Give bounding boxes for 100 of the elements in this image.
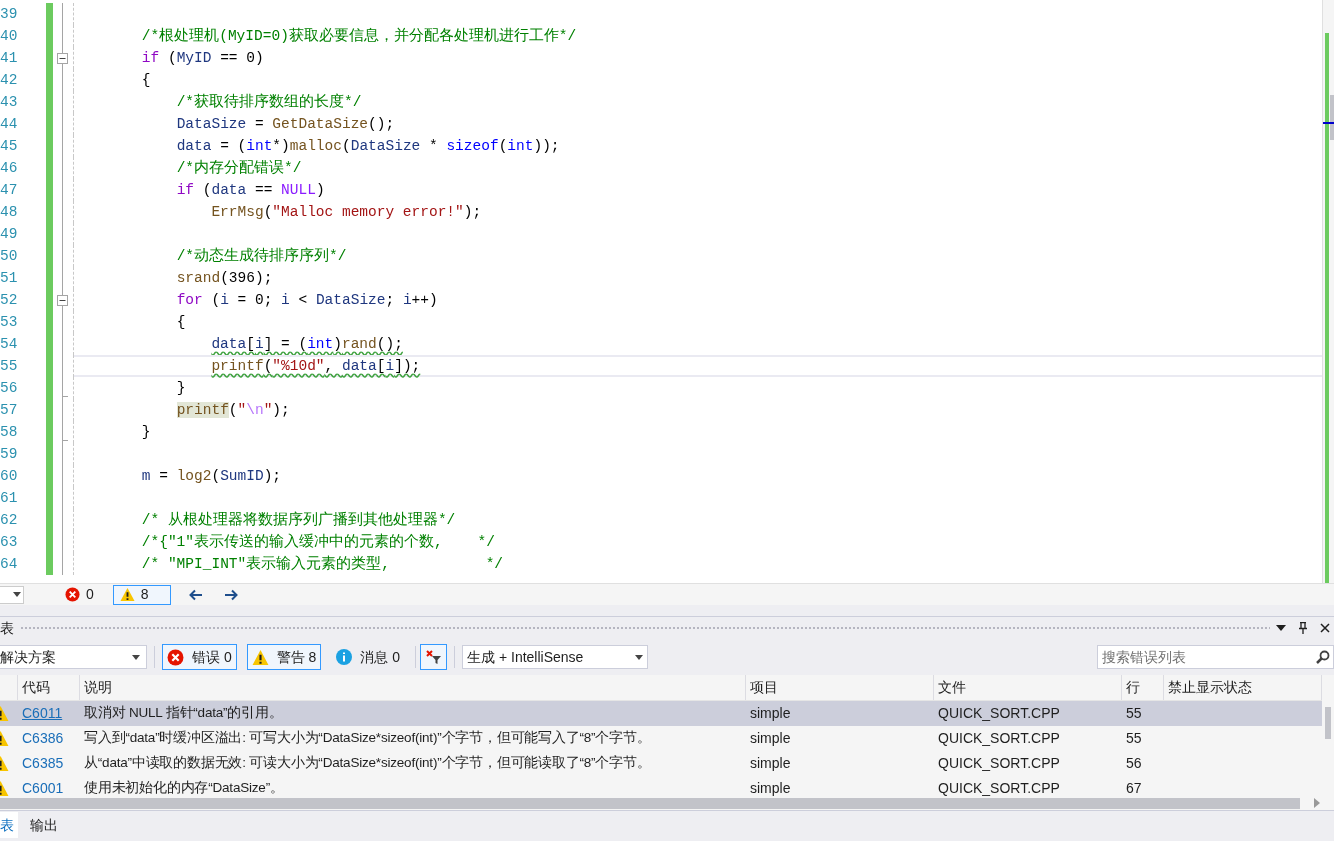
- table-cell-text: 56: [1125, 754, 1143, 773]
- code-line: }: [140, 423, 152, 442]
- line-number: 59: [0, 445, 19, 464]
- search-field[interactable]: 搜索错误列表: [1097, 645, 1334, 669]
- vertical-scrollbar[interactable]: [1322, 0, 1334, 583]
- search-icon[interactable]: [1316, 650, 1330, 664]
- line-number: 39: [0, 5, 19, 24]
- line-number: 40: [0, 27, 19, 46]
- code-line: /* "MPI_INT"表示输入元素的类型, */: [140, 554, 505, 574]
- table-cell-text: 取消对 NULL 指针“data”的引用。: [83, 704, 284, 723]
- line-number: 62: [0, 511, 19, 530]
- clear-filter-button[interactable]: [420, 644, 448, 670]
- error-row[interactable]: C6001 使用未初始化的内存“DataSize”。 simple QUICK_SORT.CPP 67: [0, 776, 1322, 796]
- code-line: ErrMsg("Malloc memory error!");: [210, 203, 483, 222]
- issue-count-button[interactable]: 0: [58, 584, 101, 605]
- code-line: if (MyID == 0): [140, 49, 265, 68]
- scope-dropdown[interactable]: 解决方案: [0, 645, 147, 669]
- column-header[interactable]: 项目: [746, 675, 934, 700]
- caret-icon: [13, 592, 21, 597]
- code-line: DataSize = GetDataSize();: [175, 115, 396, 134]
- scroll-right-icon[interactable]: [1314, 798, 1320, 808]
- code-line: /*根处理机(MyID=0)获取必要信息，并分配各处理机进行工作*/: [140, 26, 578, 46]
- table-cell-text: 67: [1125, 779, 1143, 796]
- column-header[interactable]: 文件: [934, 675, 1122, 700]
- line-number: 61: [0, 489, 19, 508]
- table-cell-text: 55: [1125, 729, 1143, 748]
- line-number: 63: [0, 533, 19, 552]
- table-cell-text: simple: [749, 754, 792, 773]
- filter-toggle-button[interactable]: 警告 8: [246, 644, 322, 670]
- close-icon[interactable]: [1320, 623, 1330, 633]
- line-number: 57: [0, 401, 19, 420]
- error-code-link[interactable]: C6385: [18, 753, 80, 774]
- table-cell-text: 从“data”中读取的数据无效: 可读大小为“DataSize*sizeof(int)”个字节，但可能读取了“8”个字节。: [83, 754, 652, 773]
- issue-count-button[interactable]: 8: [112, 584, 171, 605]
- panel-tab[interactable]: 输出: [26, 812, 62, 838]
- caret-icon: [635, 654, 644, 660]
- table-cell-text: 写入到“data”时缓冲区溢出: 可写大小为“DataSize*sizeof(int)”个字节，但可能写入了“8”个字节。: [83, 729, 652, 748]
- line-number: 60: [0, 467, 19, 486]
- code-line: /*获取待排序数组的长度*/: [175, 92, 363, 112]
- line-number: 51: [0, 269, 19, 288]
- panel-title: 表: [0, 618, 15, 638]
- code-line: {: [140, 71, 152, 90]
- error-code-link[interactable]: C6001: [18, 778, 80, 796]
- code-line: data = (int*)malloc(DataSize * sizeof(int));: [175, 137, 561, 156]
- arrow-right-icon[interactable]: [223, 588, 238, 601]
- code-line: if (data == NULL): [175, 181, 326, 200]
- table-cell-text: QUICK_SORT.CPP: [937, 754, 1061, 773]
- error-row[interactable]: C6385 从“data”中读取的数据无效: 可读大小为“DataSize*sizeof(int)”个字节，但可能读取了“8”个字节。 simple QUICK_SORT.CPP 56: [0, 751, 1322, 776]
- line-number: 45: [0, 137, 19, 156]
- collapse-icon[interactable]: [57, 295, 68, 306]
- table-cell-text: simple: [749, 729, 792, 748]
- arrow-left-icon[interactable]: [188, 588, 203, 601]
- code-line: srand(396);: [175, 269, 274, 288]
- column-header[interactable]: 行: [1122, 675, 1164, 700]
- line-number: 53: [0, 313, 19, 332]
- line-number: 41: [0, 49, 19, 68]
- error-row[interactable]: C6011 取消对 NULL 指针“data”的引用。 simple QUICK_SORT.CPP 55: [0, 701, 1322, 726]
- line-number: 54: [0, 335, 19, 354]
- line-number: 64: [0, 555, 19, 574]
- code-line: m = log2(SumID);: [140, 467, 283, 486]
- filter-toggle-button[interactable]: 消息 0: [331, 644, 406, 670]
- code-line: /*内存分配错误*/: [175, 158, 303, 178]
- code-line: printf("%10d", data[i]);: [74, 355, 1322, 377]
- code-line: }: [175, 379, 187, 398]
- line-number: 49: [0, 225, 19, 244]
- line-number: 42: [0, 71, 19, 90]
- horizontal-scrollbar[interactable]: [0, 796, 1322, 810]
- filter-icon: [425, 650, 442, 664]
- panel-tab[interactable]: 表: [0, 812, 18, 838]
- error-icon: [65, 587, 80, 602]
- source-dropdown[interactable]: 生成 + IntelliSense: [462, 645, 649, 669]
- code-line: for (i = 0; i < DataSize; i++): [175, 291, 439, 310]
- line-number: 43: [0, 93, 19, 112]
- error-icon: [167, 648, 184, 666]
- line-number: 50: [0, 247, 19, 266]
- collapse-icon[interactable]: [57, 53, 68, 64]
- code-line: /*{"1"表示传送的输入缓冲中的元素的个数, */: [140, 532, 496, 552]
- table-cell-text: 55: [1125, 704, 1143, 723]
- line-number: 44: [0, 115, 19, 134]
- code-line: printf("\n");: [175, 401, 291, 420]
- pin-icon[interactable]: [1298, 622, 1308, 634]
- table-cell-text: simple: [749, 779, 792, 796]
- error-code-link[interactable]: C6386: [18, 728, 80, 749]
- code-line: data[i] = (int)rand();: [210, 335, 404, 354]
- code-line: /* 从根处理器将数据序列广播到其他处理器*/: [140, 510, 457, 530]
- table-cell-text: simple: [749, 704, 792, 723]
- warning-icon: [119, 587, 135, 602]
- dropdown-icon[interactable]: [1276, 625, 1286, 631]
- error-row[interactable]: C6386 写入到“data”时缓冲区溢出: 可写大小为“DataSize*sizeof(int)”个字节，但可能写入了“8”个字节。 simple QUICK_SORT.CPP 55: [0, 726, 1322, 751]
- scope-dropdown[interactable]: [0, 585, 24, 604]
- line-number: 52: [0, 291, 19, 310]
- table-cell-text: 使用未初始化的内存“DataSize”。: [83, 779, 285, 796]
- column-header[interactable]: 说明: [80, 675, 746, 700]
- filter-toggle-button[interactable]: 错误 0: [162, 644, 237, 670]
- line-number: 47: [0, 181, 19, 200]
- line-number: 48: [0, 203, 19, 222]
- column-header[interactable]: 代码: [18, 675, 80, 700]
- line-number: 58: [0, 423, 19, 442]
- line-number: 46: [0, 159, 19, 178]
- warning-icon: [251, 648, 269, 666]
